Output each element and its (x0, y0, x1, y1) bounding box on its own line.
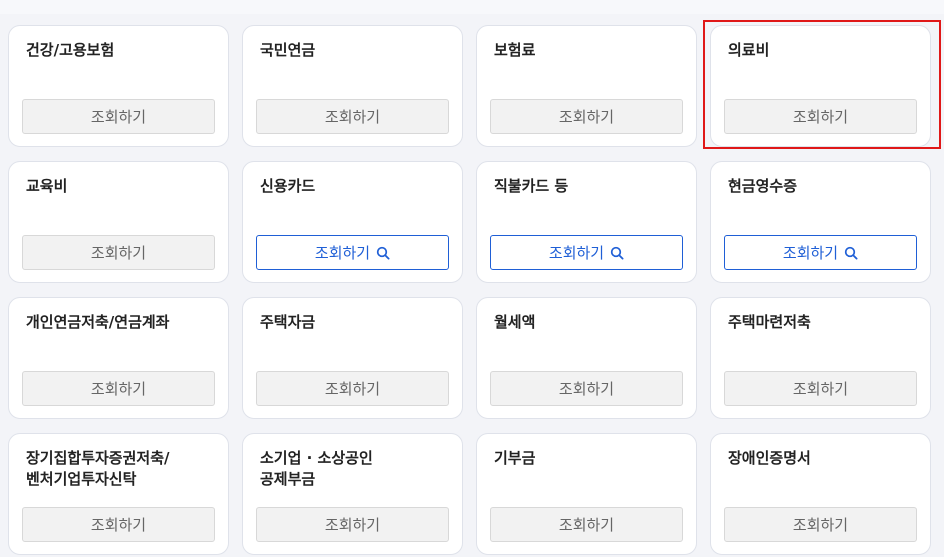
card-title: 소기업 · 소상공인 공제부금 (260, 449, 373, 488)
query-button[interactable]: 조회하기 (490, 507, 683, 542)
card-insurance-premium: 보험료 조회하기 (476, 25, 697, 147)
query-button-label: 조회하기 (90, 244, 147, 262)
query-button[interactable]: 조회하기 (22, 371, 215, 406)
query-button-label: 조회하기 (90, 380, 147, 398)
query-button-label: 조회하기 (792, 516, 849, 534)
card-long-term-investment-savings: 장기집합투자증권저축/ 벤처기업투자신탁 조회하기 (8, 433, 229, 555)
card-education-expenses: 교육비 조회하기 (8, 161, 229, 283)
card-housing-savings: 주택마련저축 조회하기 (710, 297, 931, 419)
card-title: 주택자금 (260, 313, 316, 331)
query-button[interactable]: 조회하기 (724, 507, 917, 542)
card-cash-receipt: 현금영수증 조회하기 (710, 161, 931, 283)
card-title: 개인연금저축/연금계좌 (26, 313, 170, 331)
card-medical-expenses: 의료비 조회하기 (710, 25, 931, 147)
query-button[interactable]: 조회하기 (22, 235, 215, 270)
card-monthly-rent: 월세액 조회하기 (476, 297, 697, 419)
card-title: 장기집합투자증권저축/ 벤처기업투자신탁 (26, 449, 170, 488)
query-button[interactable]: 조회하기 (22, 507, 215, 542)
query-button[interactable]: 조회하기 (490, 371, 683, 406)
search-icon (376, 246, 390, 260)
card-debit-card: 직불카드 등 조회하기 (476, 161, 697, 283)
search-icon (610, 246, 624, 260)
query-button[interactable]: 조회하기 (490, 99, 683, 134)
card-title: 장애인증명서 (728, 449, 811, 467)
card-national-pension: 국민연금 조회하기 (242, 25, 463, 147)
card-title: 의료비 (728, 41, 770, 59)
card-title: 건강/고용보험 (26, 41, 115, 59)
top-strip (0, 0, 944, 14)
query-button-label: 조회하기 (792, 108, 849, 126)
query-button-label: 조회하기 (558, 516, 615, 534)
deduction-category-grid: 건강/고용보험 조회하기 국민연금 조회하기 보험료 조회하기 의료비 조회하기… (8, 25, 944, 555)
query-button-label: 조회하기 (314, 244, 371, 262)
query-button-label: 조회하기 (324, 516, 381, 534)
card-credit-card: 신용카드 조회하기 (242, 161, 463, 283)
query-button[interactable]: 조회하기 (256, 371, 449, 406)
query-button[interactable]: 조회하기 (256, 235, 449, 270)
card-small-business-mutual-aid: 소기업 · 소상공인 공제부금 조회하기 (242, 433, 463, 555)
card-housing-funds: 주택자금 조회하기 (242, 297, 463, 419)
card-title: 월세액 (494, 313, 536, 331)
card-health-employment-insurance: 건강/고용보험 조회하기 (8, 25, 229, 147)
card-title: 현금영수증 (728, 177, 798, 195)
query-button-label: 조회하기 (792, 380, 849, 398)
card-disability-certificate: 장애인증명서 조회하기 (710, 433, 931, 555)
query-button[interactable]: 조회하기 (724, 99, 917, 134)
card-title: 주택마련저축 (728, 313, 811, 331)
query-button-label: 조회하기 (782, 244, 839, 262)
query-button-label: 조회하기 (90, 516, 147, 534)
card-donations: 기부금 조회하기 (476, 433, 697, 555)
card-title: 보험료 (494, 41, 536, 59)
query-button[interactable]: 조회하기 (256, 507, 449, 542)
search-icon (844, 246, 858, 260)
card-personal-pension-savings: 개인연금저축/연금계좌 조회하기 (8, 297, 229, 419)
card-title: 기부금 (494, 449, 536, 467)
query-button[interactable]: 조회하기 (724, 235, 917, 270)
query-button-label: 조회하기 (324, 380, 381, 398)
query-button-label: 조회하기 (548, 244, 605, 262)
query-button[interactable]: 조회하기 (490, 235, 683, 270)
card-title: 신용카드 (260, 177, 316, 195)
query-button[interactable]: 조회하기 (724, 371, 917, 406)
query-button-label: 조회하기 (324, 108, 381, 126)
card-title: 직불카드 등 (494, 177, 569, 195)
query-button-label: 조회하기 (558, 380, 615, 398)
query-button-label: 조회하기 (90, 108, 147, 126)
card-title: 국민연금 (260, 41, 316, 59)
query-button-label: 조회하기 (558, 108, 615, 126)
query-button[interactable]: 조회하기 (256, 99, 449, 134)
query-button[interactable]: 조회하기 (22, 99, 215, 134)
card-title: 교육비 (26, 177, 68, 195)
